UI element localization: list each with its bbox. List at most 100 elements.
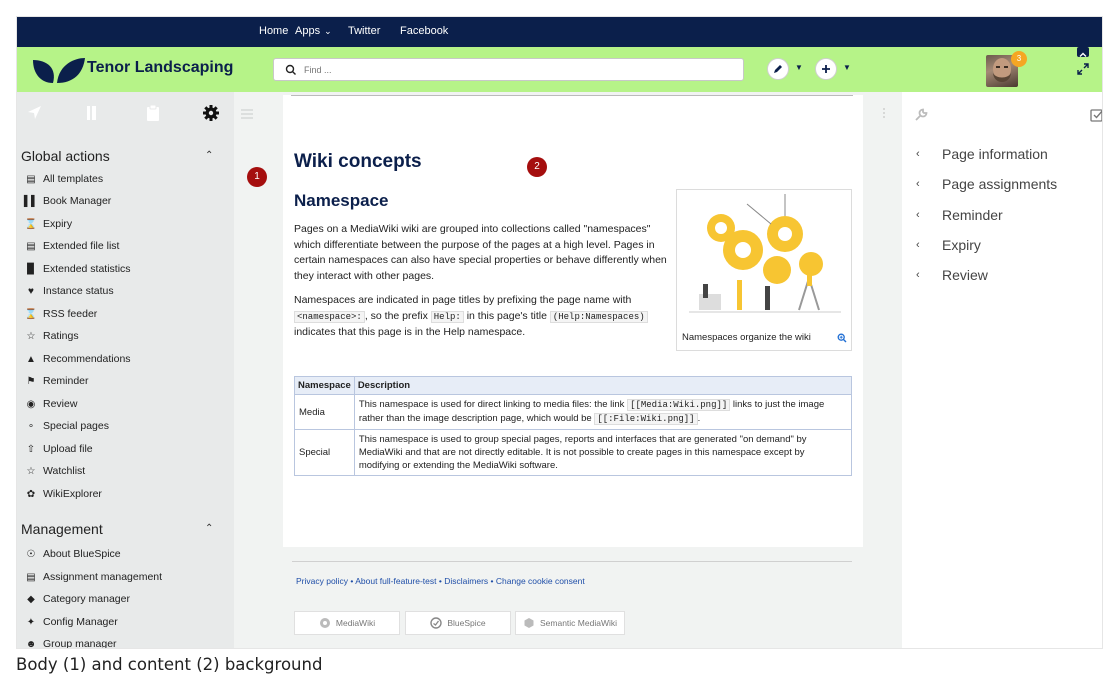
add-menu-caret-icon[interactable]: ▼ <box>843 63 851 72</box>
sidebar-item-recommendations[interactable]: ▲ Recommendations <box>25 350 131 368</box>
books-icon: ▌▌ <box>23 195 39 207</box>
namespace-figure[interactable]: Namespaces organize the wiki <box>676 189 852 351</box>
sidebar-item-about-bluespice[interactable]: ☉ About BlueSpice <box>25 545 121 563</box>
text-fragment: Namespaces are indicated in page titles … <box>294 294 632 306</box>
site-name[interactable]: Tenor Landscaping <box>87 59 233 77</box>
semantic-mediawiki-badge[interactable]: Semantic MediaWiki <box>515 611 625 635</box>
collapse-header-button[interactable] <box>1077 47 1089 57</box>
top-navigation: Home Apps ⌄ Twitter Facebook <box>17 17 1102 47</box>
mediawiki-badge[interactable]: MediaWiki <box>294 611 400 635</box>
nav-apps-menu[interactable]: Apps ⌄ <box>295 25 332 37</box>
sidebar-item-extended-statistics[interactable]: ▉ Extended statistics <box>25 260 130 278</box>
sidebar-item-label: Group manager <box>43 638 117 649</box>
hamburger-menu-icon[interactable] <box>241 109 253 119</box>
navigation-icon[interactable] <box>25 104 43 122</box>
sidebar-item-label: Special pages <box>43 420 109 432</box>
sidebar-item-instance-status[interactable]: ♥ Instance status <box>25 282 114 300</box>
chevron-up-icon[interactable]: ⌃ <box>205 150 213 161</box>
namespace-table: Namespace Description Media This namespa… <box>294 376 853 476</box>
sidebar-item-rss-feeder[interactable]: ⌛ RSS feeder <box>24 305 98 323</box>
leaf-logo-icon[interactable] <box>31 56 87 84</box>
sidebar-item-label: Review <box>942 267 988 283</box>
global-actions-heading[interactable]: Global actions <box>21 148 110 164</box>
cookie-consent-link[interactable]: Change cookie consent <box>496 576 585 586</box>
flame-icon: ▲ <box>26 353 36 365</box>
sidebar-item-extended-file-list[interactable]: ▤ Extended file list <box>25 237 119 255</box>
nav-twitter-link[interactable]: Twitter <box>348 25 380 37</box>
chevron-left-icon: ‹ <box>916 148 920 160</box>
wrench-icon[interactable] <box>914 108 928 122</box>
sidebar-item-category-manager[interactable]: ◆ Category manager <box>25 590 130 608</box>
bluespice-logo-icon <box>430 617 443 629</box>
bar-chart-icon: ▉ <box>27 263 35 275</box>
sidebar-item-upload-file[interactable]: ⇧ Upload file <box>25 440 93 458</box>
intro-paragraph: Pages on a MediaWiki wiki are grouped in… <box>294 223 667 282</box>
expiry-item[interactable]: ‹ Expiry <box>916 237 981 253</box>
sidebar-item-label: Assignment management <box>43 571 163 583</box>
nav-home-link[interactable]: Home <box>259 25 288 37</box>
search-icon <box>285 64 296 75</box>
chevron-down-icon: ⌄ <box>324 26 332 36</box>
table-row: Media This namespace is used for direct … <box>294 394 853 430</box>
page-assignments-item[interactable]: ‹ Page assignments <box>916 176 1057 192</box>
sidebar-item-watchlist[interactable]: ☆ Watchlist <box>25 462 86 480</box>
sidebar-item-label: Upload file <box>43 443 93 455</box>
clipboard-icon[interactable] <box>144 104 162 122</box>
about-link[interactable]: About full-feature-test <box>355 576 436 586</box>
app-window: Home Apps ⌄ Twitter Facebook Tenor Landsc… <box>16 16 1103 649</box>
zoom-icon[interactable] <box>837 333 847 343</box>
privacy-policy-link[interactable]: Privacy policy <box>296 576 348 586</box>
text-fragment: indicates that this page is in the Help … <box>294 326 526 338</box>
sidebar-item-label: Page information <box>942 146 1048 162</box>
heart-icon: ♥ <box>28 285 34 297</box>
prefix-paragraph: Namespaces are indicated in page titles … <box>294 293 669 341</box>
checkbox-icon[interactable] <box>1090 108 1103 122</box>
book-icon[interactable] <box>83 104 101 122</box>
sidebar-item-special-pages[interactable]: ∘ Special pages <box>25 417 109 435</box>
sidebar-item-book-manager[interactable]: ▌▌ Book Manager <box>23 192 111 210</box>
management-heading[interactable]: Management <box>21 521 103 537</box>
sidebar-item-expiry[interactable]: ⌛ Expiry <box>25 215 72 233</box>
bluespice-badge[interactable]: BlueSpice <box>405 611 511 635</box>
sidebar-item-label: RSS feeder <box>43 308 98 320</box>
sidebar-item-group-manager[interactable]: ☻ Group manager <box>25 635 117 649</box>
reminder-item[interactable]: ‹ Reminder <box>916 207 1003 223</box>
text-fragment: . <box>697 413 701 424</box>
footer-separator: • <box>438 576 442 586</box>
review-item[interactable]: ‹ Review <box>916 267 988 283</box>
more-options-icon[interactable] <box>881 107 887 119</box>
page-information-item[interactable]: ‹ Page information <box>916 146 1048 162</box>
inline-code: [[:File:Wiki.png]] <box>594 413 698 425</box>
gear-icon[interactable] <box>202 104 220 122</box>
sidebar-item-reminder[interactable]: ⚑ Reminder <box>25 372 89 390</box>
edit-menu-caret-icon[interactable]: ▼ <box>795 63 803 72</box>
disclaimers-link[interactable]: Disclaimers <box>444 576 488 586</box>
site-header: Tenor Landscaping ▼ ▼ 3 <box>17 47 1102 92</box>
sidebar-item-assignment-management[interactable]: ▤ Assignment management <box>25 568 162 586</box>
sidebar-item-ratings[interactable]: ☆ Ratings <box>25 327 79 345</box>
table-header-row: Namespace Description <box>294 376 853 395</box>
explorer-icon: ✿ <box>26 488 36 500</box>
namespace-illustration <box>689 194 841 313</box>
eye-icon: ◉ <box>26 398 36 410</box>
notification-badge[interactable]: 3 <box>1011 51 1027 67</box>
sidebar-item-label: Reminder <box>43 375 89 387</box>
nav-facebook-link[interactable]: Facebook <box>400 25 448 37</box>
sidebar-item-wikiexplorer[interactable]: ✿ WikiExplorer <box>25 485 102 503</box>
search-input[interactable] <box>304 61 724 79</box>
sidebar-item-review[interactable]: ◉ Review <box>25 395 78 413</box>
add-button[interactable] <box>815 58 837 80</box>
sidebar-item-label: About BlueSpice <box>43 548 121 560</box>
upload-icon: ⇧ <box>26 443 36 455</box>
search-box[interactable] <box>273 58 744 81</box>
table-cell: Special <box>294 429 355 476</box>
sidebar-item-config-manager[interactable]: ✦ Config Manager <box>25 613 118 631</box>
plus-icon <box>822 65 830 73</box>
expand-icon[interactable] <box>1077 63 1089 75</box>
sidebar-item-label: All templates <box>43 173 104 185</box>
edit-button[interactable] <box>767 58 789 80</box>
chevron-up-icon[interactable]: ⌃ <box>205 523 213 534</box>
rss-icon: ⌛ <box>24 308 38 320</box>
badge-label: BlueSpice <box>447 618 486 628</box>
sidebar-item-all-templates[interactable]: ▤ All templates <box>25 170 103 188</box>
